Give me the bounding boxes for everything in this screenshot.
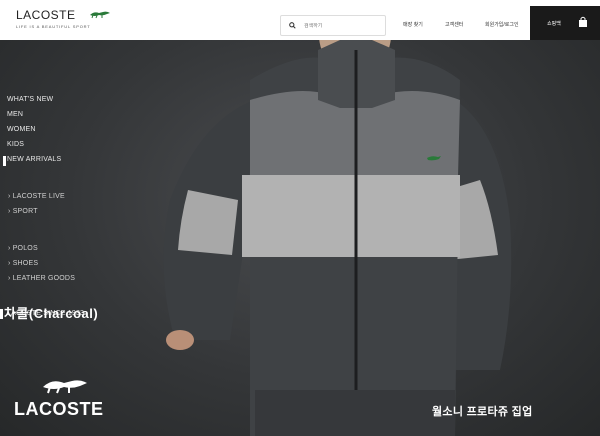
lacoste-logo[interactable]: LACOSTE LIFE IS A BEAUTIFUL SPORT bbox=[16, 9, 110, 33]
menu-item-shoes-label: SHOES bbox=[12, 260, 39, 267]
menu-item-women[interactable]: WOMEN bbox=[7, 126, 36, 133]
menu-item-men[interactable]: MEN bbox=[7, 111, 23, 118]
shopping-bag-button[interactable]: 쇼핑백 bbox=[530, 6, 600, 40]
menu-item-kids[interactable]: KIDS bbox=[7, 141, 24, 148]
since-indicator bbox=[0, 309, 3, 319]
signup-login-link[interactable]: 회원가입/로그인 bbox=[485, 21, 519, 28]
menu-item-shoes[interactable]: › SHOES bbox=[8, 260, 38, 267]
menu-item-leather-goods[interactable]: › LEATHER GOODS bbox=[8, 275, 75, 282]
search-box[interactable] bbox=[280, 15, 386, 36]
store-finder-link[interactable]: 매장 찾기 bbox=[403, 21, 423, 28]
menu-item-polos[interactable]: › POLOS bbox=[8, 245, 38, 252]
search-icon[interactable] bbox=[284, 22, 300, 29]
customer-center-link[interactable]: 고객센터 bbox=[445, 21, 463, 28]
product-title: 월소니 프로타쥬 집업 bbox=[432, 406, 533, 418]
brand-tagline: LIFE IS A BEAUTIFUL SPORT bbox=[16, 24, 91, 29]
menu-item-new-arrivals[interactable]: NEW ARRIVALS bbox=[7, 156, 61, 163]
menu-item-lacoste-live[interactable]: › LACOSTE LIVE bbox=[8, 193, 65, 200]
crocodile-icon bbox=[43, 380, 87, 394]
shopping-bag-label: 쇼핑백 bbox=[547, 21, 561, 27]
search-input[interactable] bbox=[304, 22, 384, 29]
menu-item-sport-label: SPORT bbox=[12, 208, 38, 215]
menu-item-sport[interactable]: › SPORT bbox=[8, 208, 38, 215]
hero-brand-word: LACOSTE bbox=[14, 399, 104, 419]
menu-item-lacoste-live-label: LACOSTE LIVE bbox=[12, 193, 65, 200]
menu-item-leather-goods-label: LEATHER GOODS bbox=[12, 275, 76, 282]
menu-item-polos-label: POLOS bbox=[12, 245, 38, 252]
crocodile-icon bbox=[90, 11, 110, 19]
menu-item-whats-new[interactable]: WHAT'S NEW bbox=[7, 96, 53, 103]
site-header: LACOSTE LIFE IS A BEAUTIFUL SPORT 매장 찾기 … bbox=[0, 0, 600, 40]
shopping-bag-icon bbox=[579, 16, 587, 27]
selected-indicator bbox=[3, 156, 6, 166]
color-label: 차콜(Charcoal) bbox=[4, 306, 99, 321]
hero-lacoste-logo: LACOSTE bbox=[14, 375, 124, 423]
hero-banner[interactable]: WHAT'S NEW MEN WOMEN KIDS NEW ARRIVALS ›… bbox=[0, 40, 600, 436]
